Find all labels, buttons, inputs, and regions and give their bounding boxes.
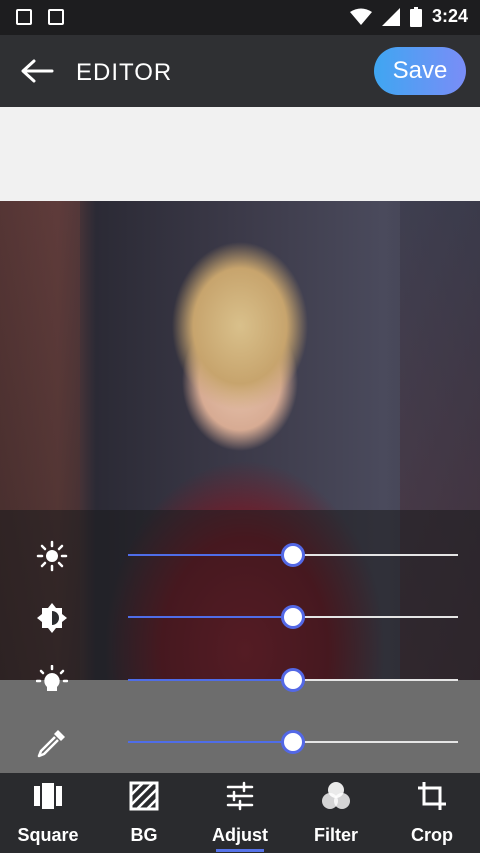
square-icon (34, 783, 62, 809)
nav-label-square: Square (17, 825, 79, 845)
nav-item-crop[interactable]: Crop (384, 773, 480, 853)
contrast-slider-thumb[interactable] (281, 605, 305, 629)
nav-item-adjust[interactable]: Adjust (192, 773, 288, 853)
back-arrow-icon[interactable] (20, 57, 54, 85)
saturation-slider-thumb[interactable] (281, 668, 305, 692)
save-button[interactable]: Save (374, 47, 466, 95)
nav-label-crop: Crop (411, 825, 453, 845)
contrast-slider[interactable] (128, 605, 458, 629)
contrast-icon (37, 603, 67, 633)
brightness-slider-thumb[interactable] (281, 543, 305, 567)
signal-icon (381, 7, 400, 26)
brightness-slider[interactable] (128, 543, 458, 567)
lightbulb-icon (36, 665, 68, 691)
saturation-slider-fill (128, 679, 293, 681)
battery-icon (409, 6, 422, 27)
color-slider-thumb[interactable] (281, 730, 305, 754)
status-left-icons (16, 9, 64, 25)
bottom-navigation: Square BG Adjust Filter Crop (0, 773, 480, 853)
app-bar: EDITOR Save (0, 35, 480, 107)
color-slider-row (0, 721, 480, 761)
image-notification-icon (16, 9, 32, 25)
nav-active-indicator (216, 849, 264, 852)
status-bar: 3:24 (0, 0, 480, 35)
brightness-slider-row (0, 534, 480, 574)
filter-icon (322, 782, 350, 809)
status-time: 3:24 (431, 6, 468, 26)
contrast-slider-row (0, 596, 480, 636)
contrast-slider-fill (128, 616, 293, 618)
page-title: EDITOR (76, 59, 173, 86)
wifi-icon (349, 8, 372, 25)
nav-item-square[interactable]: Square (0, 773, 96, 853)
app-notification-icon (48, 9, 64, 25)
nav-item-bg[interactable]: BG (96, 773, 192, 853)
eyedropper-icon (37, 730, 65, 758)
status-right: 3:24 (349, 6, 468, 27)
nav-item-filter[interactable]: Filter (288, 773, 384, 853)
nav-label-filter: Filter (313, 825, 358, 845)
crop-icon (418, 782, 446, 810)
sliders-icon (226, 781, 254, 811)
saturation-slider-row (0, 659, 480, 699)
nav-label-bg: BG (130, 825, 158, 845)
saturation-slider[interactable] (128, 668, 458, 692)
color-slider-fill (128, 741, 293, 743)
canvas-top-padding (0, 107, 480, 201)
color-slider[interactable] (128, 730, 458, 754)
brightness-slider-fill (128, 554, 293, 556)
background-pattern-icon (129, 781, 159, 811)
brightness-icon (36, 540, 68, 572)
nav-label-adjust: Adjust (212, 825, 268, 845)
